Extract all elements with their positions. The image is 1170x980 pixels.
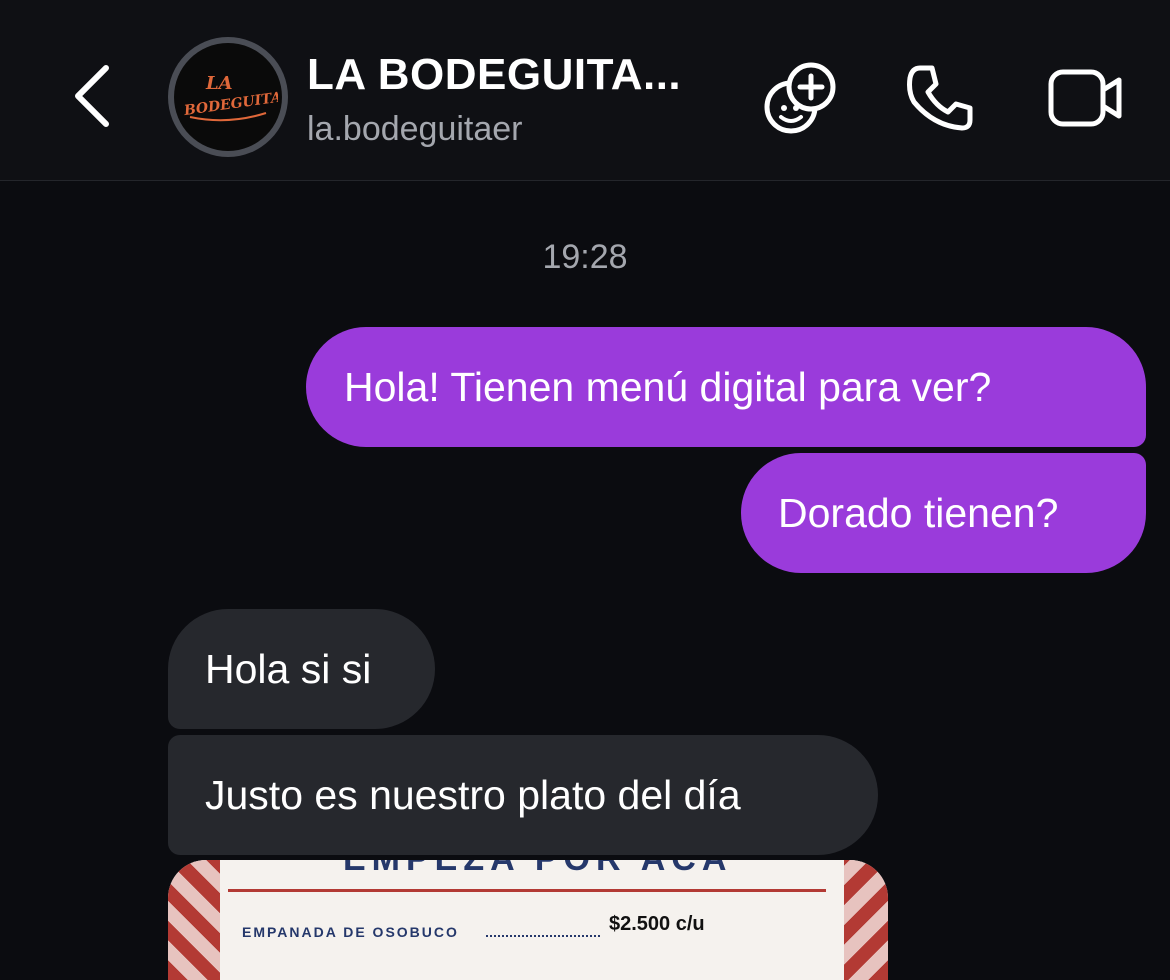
add-people-button[interactable] [762, 58, 842, 138]
menu-divider [228, 889, 826, 892]
message-outgoing[interactable]: Dorado tienen? [741, 453, 1146, 573]
message-incoming[interactable]: Justo es nuestro plato del día [168, 735, 878, 855]
menu-item-name: EMPANADA DE OSOBUCO [242, 924, 459, 940]
svg-text:LA: LA [205, 73, 233, 94]
tablecloth-pattern [168, 860, 220, 980]
menu-heading: EMPEZA POR ACA [343, 860, 732, 879]
bodeguita-logo: LA BODEGUITA [174, 43, 282, 151]
back-button[interactable] [62, 60, 122, 132]
add-people-icon [764, 62, 836, 134]
chat-header: LA BODEGUITA LA BODEGUITA... la.bodeguit… [0, 0, 1170, 181]
message-text: Dorado tienen? [778, 489, 1059, 536]
video-call-button[interactable] [1046, 58, 1126, 138]
message-outgoing[interactable]: Hola! Tienen menú digital para ver? [306, 327, 1146, 447]
chat-title[interactable]: LA BODEGUITA... [307, 50, 681, 100]
chat-username[interactable]: la.bodeguitaer [307, 110, 523, 149]
message-text: Justo es nuestro plato del día [205, 771, 741, 818]
phone-icon [907, 65, 973, 131]
menu-item-price: $2.500 c/u [609, 913, 705, 935]
chevron-left-icon [75, 65, 109, 127]
tablecloth-pattern [844, 860, 888, 980]
avatar[interactable]: LA BODEGUITA [168, 37, 288, 157]
video-camera-icon [1048, 69, 1122, 127]
menu-image-attachment[interactable]: EMPEZA POR ACA EMPANADA DE OSOBUCO $2.50… [168, 860, 888, 980]
message-incoming[interactable]: Hola si si [168, 609, 435, 729]
message-text: Hola! Tienen menú digital para ver? [344, 363, 992, 410]
message-text: Hola si si [205, 645, 372, 692]
call-button[interactable] [900, 58, 980, 138]
menu-dot-leader [486, 935, 600, 937]
message-timestamp: 19:28 [542, 238, 628, 276]
